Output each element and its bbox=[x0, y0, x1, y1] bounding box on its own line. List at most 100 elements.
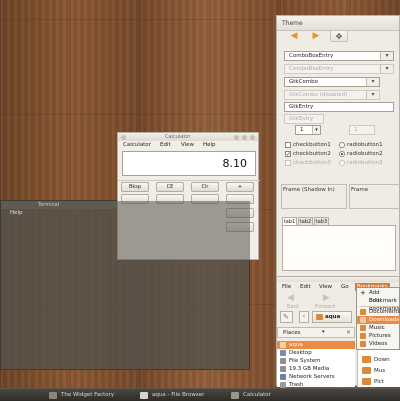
menu-item-label: Documents bbox=[369, 309, 400, 315]
forward-label: Forward bbox=[315, 304, 336, 310]
folder-icon[interactable] bbox=[362, 367, 371, 374]
toggle-button[interactable]: ✥ bbox=[330, 30, 348, 42]
menu-item-label: Downloads bbox=[369, 317, 400, 323]
gtk-entry[interactable]: GtkEntry bbox=[284, 102, 394, 112]
fb-menu-edit[interactable]: Edit bbox=[300, 284, 311, 290]
folder-icon[interactable] bbox=[362, 378, 371, 385]
bookmarks-menu: + Add Bookmark Edit Bookmarks Documents D… bbox=[356, 287, 400, 350]
checkbutton2-label: checkbutton2 bbox=[293, 151, 331, 157]
gtk-combo-value: GtkCombo bbox=[289, 79, 319, 85]
fb-menu-view[interactable]: View bbox=[319, 284, 332, 290]
folder-icon bbox=[140, 392, 148, 399]
fb-menu-file[interactable]: File bbox=[282, 284, 291, 290]
forward-button[interactable]: ▶ bbox=[301, 31, 331, 44]
calculator-menubar: Calculator Edit View Help bbox=[118, 141, 258, 149]
bookmark-music[interactable]: Music bbox=[357, 324, 400, 332]
radiobutton2[interactable] bbox=[339, 151, 345, 157]
add-button[interactable]: + bbox=[226, 182, 254, 192]
checkbutton2[interactable]: ✓ bbox=[285, 151, 291, 158]
clear-button[interactable]: Clr bbox=[191, 182, 219, 192]
spin-button[interactable]: 1 ▾ bbox=[295, 125, 321, 135]
place-media[interactable]: 19.3 GB Media bbox=[277, 365, 355, 373]
arrow-left-icon: ◀ bbox=[290, 31, 298, 41]
location-button[interactable]: aqua bbox=[312, 311, 352, 323]
radiobutton1[interactable] bbox=[339, 142, 345, 148]
pencil-icon: ✎ bbox=[283, 313, 289, 321]
frame-shadow-in-label: Frame (Shadow In) bbox=[283, 187, 335, 193]
edit-location-button[interactable]: ✎ bbox=[280, 311, 293, 323]
close-icon[interactable] bbox=[121, 135, 126, 140]
forward-button[interactable]: ▶ Forward bbox=[311, 293, 341, 311]
calc-menu-edit[interactable]: Edit bbox=[160, 142, 171, 148]
place-network[interactable]: Network Servers bbox=[277, 373, 355, 381]
close-icon[interactable] bbox=[250, 135, 255, 140]
folder-icon bbox=[316, 314, 323, 320]
folder-label[interactable]: Pict bbox=[374, 379, 384, 385]
display-value: 8.10 bbox=[222, 157, 248, 170]
drive-icon bbox=[280, 358, 286, 364]
folder-icon bbox=[360, 317, 366, 323]
place-desktop[interactable]: Desktop bbox=[277, 349, 355, 357]
chevron-down-icon[interactable]: ▾ bbox=[366, 78, 379, 86]
arrow-left-icon: ◀ bbox=[287, 293, 294, 303]
clear-entry-button[interactable]: CE bbox=[156, 182, 184, 192]
calculator-icon bbox=[231, 392, 239, 399]
menu-separator bbox=[359, 306, 399, 307]
calculator-separator bbox=[118, 180, 260, 181]
folder-icon[interactable] bbox=[362, 356, 371, 363]
theme-window[interactable]: Theme ◀ ▶ ✥ ComboBoxEntry ▾ ComboBoxEntr… bbox=[276, 15, 400, 277]
fb-menu-go[interactable]: Go bbox=[341, 284, 349, 290]
radiobutton1-label: radiobutton1 bbox=[347, 142, 383, 148]
folder-label[interactable]: Mus bbox=[374, 368, 385, 374]
terminal-menu-help[interactable]: Help bbox=[10, 210, 23, 216]
bookmark-downloads[interactable]: Downloads bbox=[357, 316, 400, 324]
backspace-button[interactable]: Bksp bbox=[121, 182, 149, 192]
place-aqua[interactable]: aqua bbox=[277, 341, 355, 349]
chevron-down-icon[interactable]: ▾ bbox=[380, 52, 393, 60]
places-header[interactable]: Places ▾ ✕ bbox=[277, 327, 355, 338]
minimize-icon[interactable] bbox=[234, 135, 239, 140]
combobox-entry-disabled: ComboBoxEntry ▾ bbox=[284, 64, 394, 74]
folder-label[interactable]: Down bbox=[374, 357, 390, 363]
add-bookmark-item[interactable]: + Add Bookmark bbox=[357, 289, 400, 305]
radiobutton3-label: radiobutton3 bbox=[347, 160, 383, 166]
back-label: Back bbox=[287, 304, 300, 310]
terminal-title: Terminal bbox=[38, 202, 60, 208]
plus-icon: + bbox=[360, 289, 366, 297]
chevron-down-icon[interactable]: ▾ bbox=[312, 126, 320, 134]
calculator-titlebar[interactable]: Calculator bbox=[118, 133, 258, 141]
place-label: 19.3 GB Media bbox=[289, 366, 330, 372]
place-file-system[interactable]: File System bbox=[277, 357, 355, 365]
calculator-title: Calculator bbox=[165, 134, 191, 140]
checkbutton1[interactable] bbox=[285, 142, 291, 148]
chevron-down-icon: ▾ bbox=[380, 65, 393, 73]
parent-dir-button[interactable]: ‹ bbox=[299, 311, 309, 323]
home-icon bbox=[280, 342, 286, 348]
move-icon: ✥ bbox=[335, 32, 343, 41]
tab-panel bbox=[282, 225, 396, 271]
close-icon[interactable]: ✕ bbox=[346, 329, 351, 336]
menu-item-label: Music bbox=[369, 325, 385, 331]
checkbutton1-label: checkbutton1 bbox=[293, 142, 331, 148]
taskbar-item-file-browser[interactable]: aqua - File Browser bbox=[140, 391, 225, 400]
calc-menu-calculator[interactable]: Calculator bbox=[123, 142, 151, 148]
taskbar: The Widget Factory aqua - File Browser C… bbox=[0, 388, 400, 401]
place-label: Network Servers bbox=[289, 374, 335, 380]
edit-bookmarks-item[interactable]: Edit Bookmarks bbox=[357, 297, 400, 312]
maximize-icon[interactable] bbox=[242, 135, 247, 140]
calc-menu-help[interactable]: Help bbox=[203, 142, 216, 148]
combobox-entry[interactable]: ComboBoxEntry ▾ bbox=[284, 51, 394, 61]
bookmark-videos[interactable]: Videos bbox=[357, 340, 400, 348]
place-label: Desktop bbox=[289, 350, 312, 356]
calculator-display: 8.10 bbox=[122, 151, 256, 176]
bookmark-pictures[interactable]: Pictures bbox=[357, 332, 400, 340]
taskbar-item-calculator[interactable]: Calculator bbox=[231, 391, 291, 400]
bookmark-documents[interactable]: Documents bbox=[357, 308, 400, 316]
taskbar-item-widget-factory[interactable]: The Widget Factory bbox=[49, 391, 131, 400]
calc-menu-view[interactable]: View bbox=[181, 142, 194, 148]
gtk-combo-disabled: GtkCombo (disabled) ▾ bbox=[284, 90, 380, 100]
theme-titlebar[interactable]: Theme bbox=[277, 16, 399, 31]
gtk-entry-disabled-value: GtkEntry bbox=[289, 116, 314, 122]
gtk-combo[interactable]: GtkCombo ▾ bbox=[284, 77, 380, 87]
back-button[interactable]: ◀ Back bbox=[283, 293, 305, 311]
